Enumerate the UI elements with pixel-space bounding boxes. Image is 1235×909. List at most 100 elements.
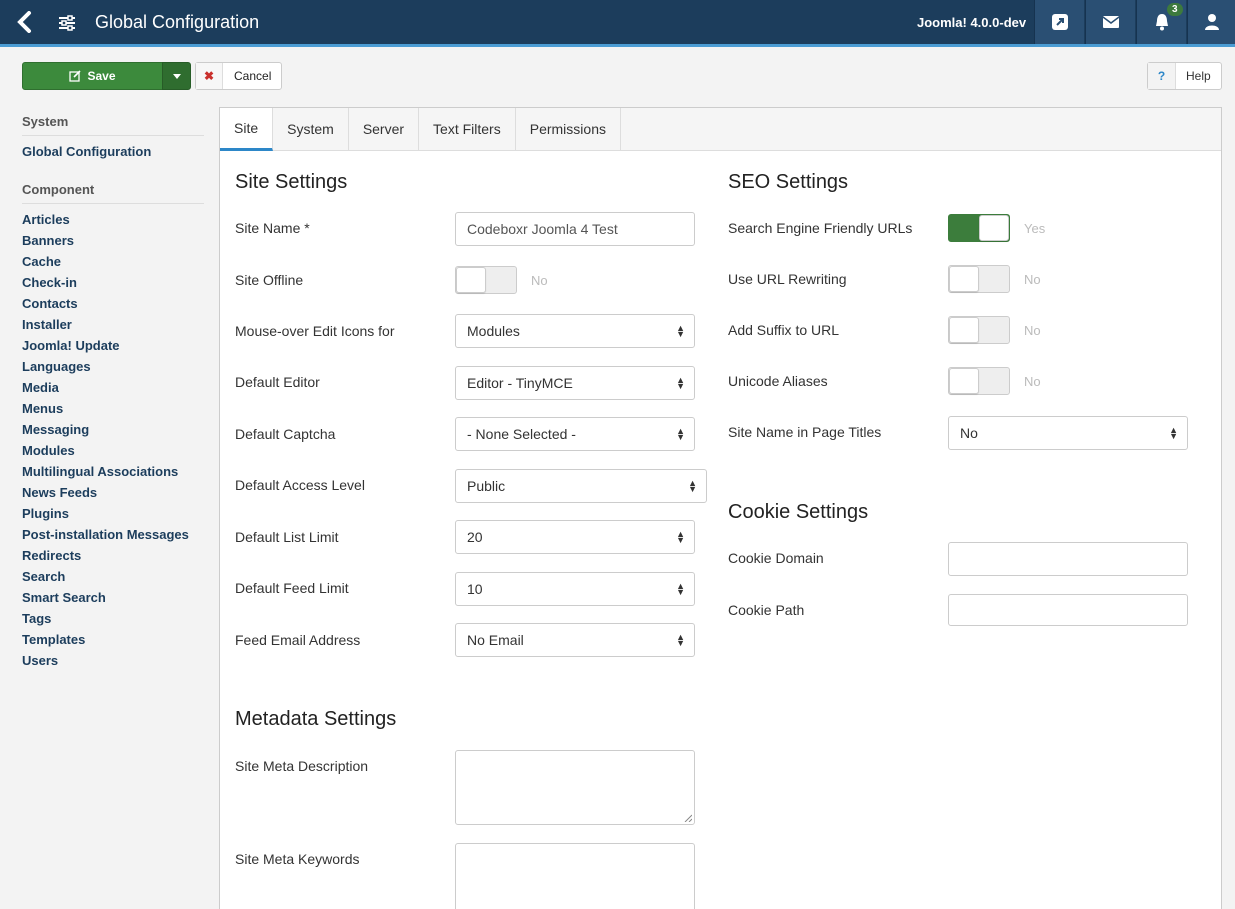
url-rewriting-label: Use URL Rewriting <box>728 271 847 287</box>
url-suffix-value: No <box>1024 323 1041 338</box>
url-suffix-label: Add Suffix to URL <box>728 322 840 338</box>
feed-email-value: No Email <box>467 632 524 648</box>
default-editor-select[interactable]: Editor - TinyMCE ▲ ▼ <box>455 366 695 400</box>
sidebar-heading-component: Component <box>22 182 204 204</box>
bell-icon <box>1155 14 1168 31</box>
external-link-icon <box>1051 14 1068 30</box>
sidebar-item-post-installation-messages[interactable]: Post-installation Messages <box>22 524 204 545</box>
unicode-aliases-label: Unicode Aliases <box>728 373 828 389</box>
cookie-domain-input[interactable] <box>948 542 1188 576</box>
sidebar-item-smart-search[interactable]: Smart Search <box>22 587 204 608</box>
resize-grip-icon[interactable] <box>684 814 692 822</box>
mouseover-select[interactable]: Modules ▲ ▼ <box>455 314 695 348</box>
select-caret-icon: ▲ ▼ <box>676 632 685 648</box>
sidebar-item-contacts[interactable]: Contacts <box>22 293 204 314</box>
messages-button[interactable] <box>1085 0 1135 44</box>
sidebar-item-modules[interactable]: Modules <box>22 440 204 461</box>
sidebar-item-cache[interactable]: Cache <box>22 251 204 272</box>
save-button[interactable]: Save <box>22 62 163 90</box>
default-captcha-select[interactable]: - None Selected - ▲ ▼ <box>455 417 695 451</box>
meta-description-textarea[interactable] <box>455 750 695 825</box>
sidebar-item-news-feeds[interactable]: News Feeds <box>22 482 204 503</box>
sitename-titles-value: No <box>960 425 978 441</box>
unicode-aliases-toggle[interactable] <box>948 367 1010 395</box>
sidebar-item-tags[interactable]: Tags <box>22 608 204 629</box>
sef-urls-label: Search Engine Friendly URLs <box>728 220 913 236</box>
url-suffix-toggle[interactable] <box>948 316 1010 344</box>
default-captcha-label: Default Captcha <box>235 426 336 442</box>
sidebar-item-articles[interactable]: Articles <box>22 209 204 230</box>
sidebar-item-messaging[interactable]: Messaging <box>22 419 204 440</box>
cancel-label: Cancel <box>234 69 272 83</box>
sidebar-item-languages[interactable]: Languages <box>22 356 204 377</box>
sidebar-item-installer[interactable]: Installer <box>22 314 204 335</box>
meta-keywords-textarea[interactable] <box>455 843 695 909</box>
sidebar-item-global-configuration[interactable]: Global Configuration <box>22 141 204 162</box>
back-icon[interactable] <box>0 0 47 44</box>
tab-permissions[interactable]: Permissions <box>516 108 621 150</box>
list-limit-label: Default List Limit <box>235 529 339 545</box>
select-caret-icon: ▲ ▼ <box>676 426 685 442</box>
feed-limit-select[interactable]: 10 ▲ ▼ <box>455 572 695 606</box>
user-menu-button[interactable] <box>1187 0 1235 44</box>
sidebar-item-users[interactable]: Users <box>22 650 204 671</box>
sidebar-item-templates[interactable]: Templates <box>22 629 204 650</box>
sidebar-item-media[interactable]: Media <box>22 377 204 398</box>
site-offline-toggle[interactable] <box>455 266 517 294</box>
top-header: Global Configuration Joomla! 4.0.0-dev 3 <box>0 0 1235 47</box>
sidebar-item-banners[interactable]: Banners <box>22 230 204 251</box>
feed-email-label: Feed Email Address <box>235 632 361 648</box>
caret-down-icon <box>172 73 181 79</box>
sef-urls-toggle[interactable] <box>948 214 1010 242</box>
save-dropdown-toggle[interactable] <box>162 62 191 90</box>
sidebar-item-search[interactable]: Search <box>22 566 204 587</box>
list-limit-select[interactable]: 20 ▲ ▼ <box>455 520 695 554</box>
sef-urls-value: Yes <box>1024 221 1046 236</box>
site-name-input[interactable]: Codeboxr Joomla 4 Test <box>455 212 695 246</box>
notification-badge: 3 <box>1167 3 1183 16</box>
site-offline-label: Site Offline <box>235 272 304 288</box>
question-icon: ? <box>1148 63 1176 89</box>
envelope-icon <box>1102 16 1119 28</box>
default-captcha-value: - None Selected - <box>467 426 576 442</box>
site-name-label: Site Name * <box>235 220 310 236</box>
select-caret-icon: ▲ ▼ <box>676 323 685 339</box>
sidebar-item-plugins[interactable]: Plugins <box>22 503 204 524</box>
meta-keywords-label: Site Meta Keywords <box>235 851 360 867</box>
tab-bar: Site System Server Text Filters Permissions <box>220 108 1221 151</box>
default-editor-label: Default Editor <box>235 374 320 390</box>
config-panel: Site System Server Text Filters Permissions … <box>219 107 1222 909</box>
metadata-settings-title: Metadata Settings <box>235 708 397 730</box>
save-label: Save <box>87 69 116 83</box>
default-access-select[interactable]: Public ▲ ▼ <box>455 469 707 503</box>
sidebar-item-joomla-update[interactable]: Joomla! Update <box>22 335 204 356</box>
tab-site[interactable]: Site <box>220 108 274 151</box>
cancel-button[interactable]: ✖ Cancel <box>195 62 282 90</box>
sidebar-item-redirects[interactable]: Redirects <box>22 545 204 566</box>
tab-server[interactable]: Server <box>349 108 420 150</box>
sidebar-item-check-in[interactable]: Check-in <box>22 272 204 293</box>
user-icon <box>1204 14 1219 30</box>
mouseover-label: Mouse-over Edit Icons for <box>235 323 395 339</box>
help-button[interactable]: ? Help <box>1147 62 1222 90</box>
notifications-button[interactable]: 3 <box>1136 0 1186 44</box>
close-icon: ✖ <box>196 63 223 89</box>
edit-icon <box>69 70 82 82</box>
default-access-label: Default Access Level <box>235 477 365 493</box>
feed-email-select[interactable]: No Email ▲ ▼ <box>455 623 695 657</box>
sidebar-item-multilingual-associations[interactable]: Multilingual Associations <box>22 461 204 482</box>
sidebar-item-menus[interactable]: Menus <box>22 398 204 419</box>
sitename-titles-select[interactable]: No ▲ ▼ <box>948 416 1188 450</box>
url-rewriting-toggle[interactable] <box>948 265 1010 293</box>
tab-text-filters[interactable]: Text Filters <box>419 108 516 150</box>
cookie-path-input[interactable] <box>948 594 1188 626</box>
version-label[interactable]: Joomla! 4.0.0-dev <box>917 15 1026 30</box>
external-link-button[interactable] <box>1034 0 1084 44</box>
cookie-domain-label: Cookie Domain <box>728 550 824 566</box>
cookie-path-label: Cookie Path <box>728 602 805 618</box>
feed-limit-label: Default Feed Limit <box>235 580 349 596</box>
page-title: Global Configuration <box>95 12 260 32</box>
select-caret-icon: ▲ ▼ <box>676 529 685 545</box>
sidebar: System Global Configuration Component Ar… <box>22 114 204 671</box>
tab-system[interactable]: System <box>273 108 349 150</box>
